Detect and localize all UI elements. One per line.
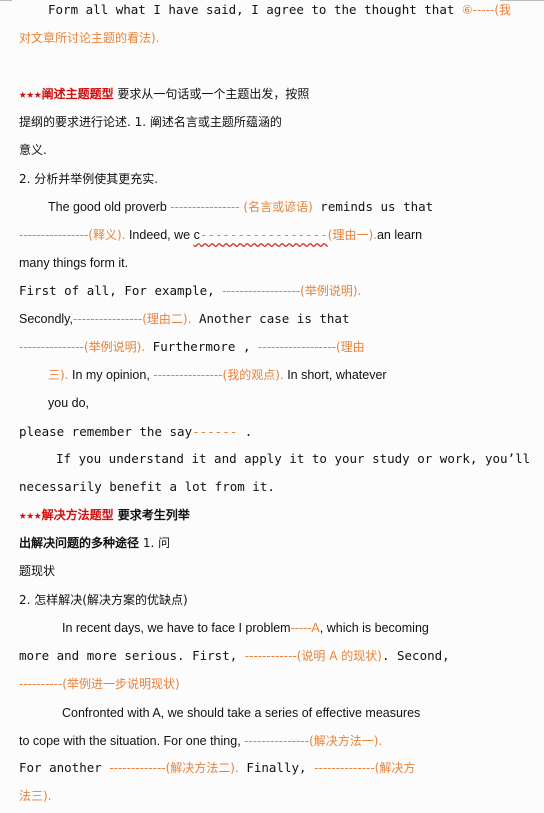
text-line: ----------------(释义). Indeed, we c------… [19,227,423,242]
text-line: 题现状 [19,564,56,578]
text-line: 意义. [19,143,47,157]
text-line: 法三). [19,789,52,803]
text-line: to cope with the situation. For one thin… [19,734,383,748]
text-line: Confronted with A, we should take a seri… [62,706,421,720]
text-line: many things form it. [19,256,129,270]
text-line: 出解决问题的多种途径 1. 问 [19,536,171,550]
section-title: 解决方法题型 [41,508,114,522]
text-line: necessarily benefit a lot from it. [19,479,275,494]
section-heading: ★★★解决方法题型 要求考生列举 [19,507,190,522]
text-line: 三). In my opinion, ----------------(我的观点… [48,368,387,382]
text-line: 对文章所讨论主题的看法). [19,31,160,45]
text-line: For another -------------(解决方法二). Finall… [19,760,416,775]
text-line: If you understand it and apply it to you… [56,451,531,466]
text-line: 提纲的要求进行论述. 1. 阐述名言或主题所蕴涵的 [19,115,282,129]
page-frame-corner-right [500,0,544,1]
text-line: Form all what I have said, I agree to th… [48,2,512,17]
text-line: ---------------(举例说明). Furthermore , ---… [19,339,365,354]
section-heading: ★★★阐述主题题型 要求从一句话或一个主题出发，按照 [19,86,310,101]
text-line: First of all, For example, -------------… [19,283,362,298]
page-frame-corner-left [0,0,12,1]
text-line: In recent days, we have to face I proble… [62,621,429,635]
list-item: 2. 分析并举例使其更充实. [19,172,159,186]
text-line: please remember the say------ . [19,424,253,439]
list-item: 2. 怎样解决(解决方案的优缺点) [19,593,188,607]
text-line: more and more serious. First, ----------… [19,648,450,663]
star-rating-icon: ★★★ [19,507,42,522]
text-line: ----------(举例进一步说明现状) [19,677,180,691]
section-title: 阐述主题题型 [41,87,114,101]
text-line: Secondly,----------------(理由二). Another … [19,311,350,326]
star-rating-icon: ★★★ [19,86,42,101]
spelling-error-mark[interactable]: c----------------- [194,227,328,242]
text-line: The good old proverb ---------------- (名… [48,199,434,214]
text-line: you do, [48,396,90,410]
